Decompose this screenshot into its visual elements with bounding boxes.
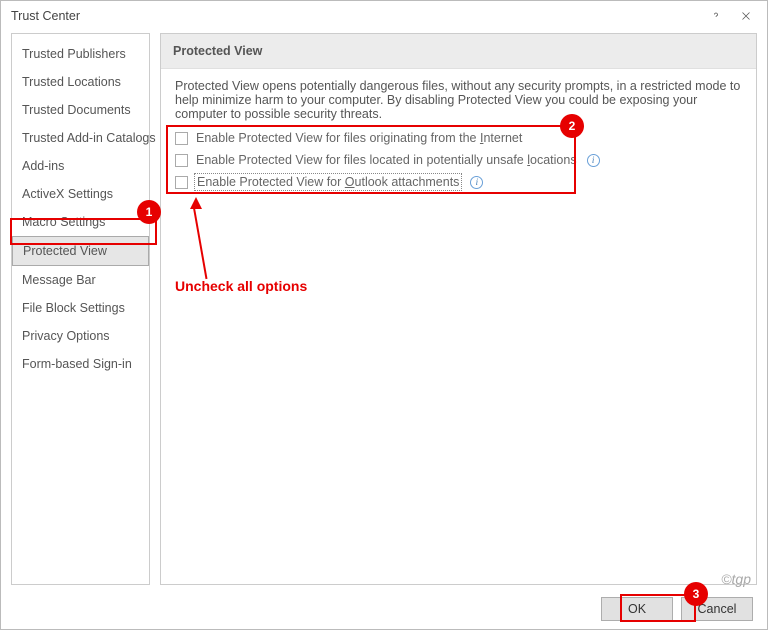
options-group: Enable Protected View for files originat… [175, 127, 742, 193]
checkbox[interactable] [175, 154, 188, 167]
trust-center-dialog: Trust Center Trusted PublishersTrusted L… [0, 0, 768, 630]
titlebar: Trust Center [1, 1, 767, 31]
close-icon [740, 10, 752, 22]
credit-watermark: ©tgp [721, 571, 751, 587]
help-button[interactable] [701, 4, 731, 28]
sidebar-item-macro-settings[interactable]: Macro Settings [12, 208, 149, 236]
close-button[interactable] [731, 4, 761, 28]
sidebar-item-protected-view[interactable]: Protected View [12, 236, 149, 266]
section-description: Protected View opens potentially dangero… [175, 79, 742, 121]
protected-view-option[interactable]: Enable Protected View for files located … [175, 149, 742, 171]
section-body: Protected View opens potentially dangero… [161, 69, 756, 203]
main-panel: Protected View Protected View opens pote… [160, 33, 757, 585]
sidebar-item-message-bar[interactable]: Message Bar [12, 266, 149, 294]
protected-view-option[interactable]: Enable Protected View for files originat… [175, 127, 742, 149]
sidebar-item-form-based-sign-in[interactable]: Form-based Sign-in [12, 350, 149, 378]
checkbox[interactable] [175, 132, 188, 145]
option-label: Enable Protected View for files originat… [196, 131, 522, 145]
sidebar-item-trusted-publishers[interactable]: Trusted Publishers [12, 40, 149, 68]
protected-view-option[interactable]: Enable Protected View for Outlook attach… [175, 171, 742, 193]
sidebar-item-trusted-add-in-catalogs[interactable]: Trusted Add-in Catalogs [12, 124, 149, 152]
cancel-button[interactable]: Cancel [681, 597, 753, 621]
checkbox[interactable] [175, 176, 188, 189]
section-header: Protected View [161, 34, 756, 69]
help-icon [710, 10, 722, 22]
sidebar-item-trusted-locations[interactable]: Trusted Locations [12, 68, 149, 96]
option-label: Enable Protected View for files located … [196, 153, 577, 167]
info-icon[interactable]: i [470, 176, 483, 189]
ok-button[interactable]: OK [601, 597, 673, 621]
category-sidebar: Trusted PublishersTrusted LocationsTrust… [11, 33, 150, 585]
sidebar-item-activex-settings[interactable]: ActiveX Settings [12, 180, 149, 208]
dialog-title: Trust Center [11, 9, 80, 23]
dialog-footer: OK Cancel [601, 597, 753, 621]
sidebar-item-add-ins[interactable]: Add-ins [12, 152, 149, 180]
sidebar-item-privacy-options[interactable]: Privacy Options [12, 322, 149, 350]
option-label: Enable Protected View for Outlook attach… [196, 175, 460, 189]
sidebar-item-file-block-settings[interactable]: File Block Settings [12, 294, 149, 322]
info-icon[interactable]: i [587, 154, 600, 167]
sidebar-item-trusted-documents[interactable]: Trusted Documents [12, 96, 149, 124]
